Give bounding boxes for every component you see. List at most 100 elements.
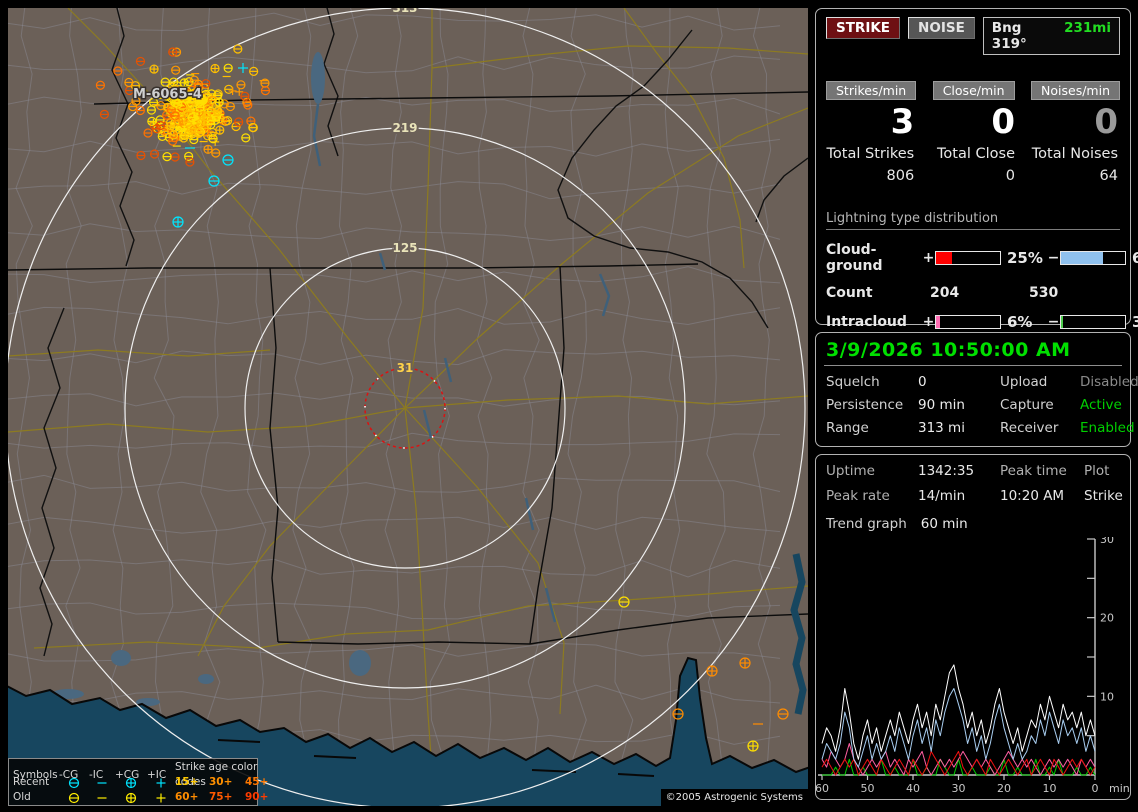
trend-graph-label: Trend graph xyxy=(826,516,907,532)
trend-graph-window: 60 min xyxy=(920,516,968,532)
strike-status-panel: STRIKE NOISE Bng 319° 231mi Strikes/min 3… xyxy=(815,8,1138,358)
total-value: 0 xyxy=(1005,168,1016,184)
total-value: 64 xyxy=(1099,168,1118,184)
plus-sign: + xyxy=(922,314,935,330)
strike-symbol xyxy=(214,97,224,107)
legend-symbol-m xyxy=(89,791,115,805)
distribution-type-label: Intracloud xyxy=(826,314,907,330)
distribution-count-row: Count 204 530 xyxy=(826,285,1120,301)
config-value: 90 min xyxy=(918,397,965,413)
config-status-value: Active xyxy=(1080,397,1122,413)
minus-sign: − xyxy=(1047,250,1060,266)
age-code: 75+ xyxy=(209,791,233,803)
rate-columns: Strikes/min 3 Total Strikes 806 Close/min 0 To… xyxy=(826,80,1120,184)
rate-column: Strikes/min 3 Total Strikes 806 xyxy=(826,80,917,184)
bearing-distance: 231mi xyxy=(1064,20,1111,36)
stats-cell: Strike xyxy=(1084,488,1123,504)
minus-percent: 66% xyxy=(1132,249,1138,267)
stats-trend-panel: Uptime 1342:35 Peak time Plot Peak rate 14/mi… xyxy=(815,454,1131,800)
plus-bar xyxy=(935,251,1001,265)
age-code: 90+ xyxy=(245,791,269,803)
copyright-notice: ©2005 Astrogenic Systems xyxy=(660,789,808,806)
bearing-value: Bng 319° xyxy=(991,20,1027,52)
time-config-panel: 3/9/2026 10:50:00 AM Squelch 0 Upload Disab… xyxy=(815,332,1138,447)
stats-cell: Peak rate xyxy=(826,488,890,504)
legend-symbol-p xyxy=(147,791,175,805)
minus-count: 530 xyxy=(1029,285,1059,301)
rate-value: 3 xyxy=(890,102,915,142)
minus-percent: 3% xyxy=(1132,313,1138,331)
storm-cell-label: M-6065-4 xyxy=(133,87,202,102)
age-code: 60+ xyxy=(175,791,199,803)
stats-cell: Uptime xyxy=(826,463,875,479)
svg-text:60: 60 xyxy=(816,782,829,795)
rate-column: Close/min 0 Total Close 0 xyxy=(930,80,1017,184)
stats-cell: 1342:35 xyxy=(918,463,975,479)
svg-text:0: 0 xyxy=(1092,782,1099,795)
config-status-value: Enabled xyxy=(1080,420,1135,436)
strike-symbol xyxy=(706,665,718,677)
distribution-title: Lightning type distribution xyxy=(826,211,1120,230)
strike-symbol xyxy=(156,778,166,787)
map-symbol-legend: Symbols -CG -IC +CG +IC Strike age color… xyxy=(8,758,268,806)
divider xyxy=(824,365,1122,366)
minus-sign: − xyxy=(1047,314,1060,330)
plus-sign: + xyxy=(922,250,935,266)
lightning-map[interactable]: 31 125 219 313 M-6065-4 Symbols -CG -IC +CG … xyxy=(8,8,808,806)
plus-bar xyxy=(935,315,1001,329)
trend-graph-chart: 10 20 30 60 50 40 30 20 10 0 min xyxy=(816,537,1130,795)
svg-text:10: 10 xyxy=(1100,690,1114,703)
legend-symbol-p xyxy=(147,776,175,790)
plus-percent: 25% xyxy=(1007,249,1043,267)
stats-cell: Peak time xyxy=(1000,463,1067,479)
strike-symbol xyxy=(68,777,80,788)
total-label: Total Close xyxy=(937,146,1016,162)
range-ring-label: 313 xyxy=(392,8,417,15)
config-label: Upload xyxy=(1000,374,1048,390)
config-label: Squelch xyxy=(826,374,880,390)
plus-percent: 6% xyxy=(1007,313,1033,331)
config-value: 0 xyxy=(918,374,927,390)
rate-column: Noises/min 0 Total Noises 64 xyxy=(1031,80,1120,184)
strike-symbol xyxy=(739,657,751,669)
legend-row: Old 60+ 75+ 90+ xyxy=(13,790,268,805)
range-ring-label: 31 xyxy=(397,361,414,375)
svg-text:40: 40 xyxy=(906,782,920,795)
range-ring-label: 125 xyxy=(392,241,417,255)
trend-series-cg-positive xyxy=(821,750,1096,776)
trend-series-strikes-total xyxy=(821,664,1096,760)
strike-symbol xyxy=(156,793,166,802)
distribution-row: Intracloud +6%− 3% xyxy=(826,313,1138,331)
legend-row-label: Old xyxy=(13,791,31,803)
noise-toggle-button[interactable]: NOISE xyxy=(908,17,975,39)
age-code: 15+ xyxy=(175,776,199,788)
svg-text:min: min xyxy=(1109,782,1130,795)
legend-symbol-cm xyxy=(59,776,89,790)
strike-symbol xyxy=(747,740,759,752)
svg-text:20: 20 xyxy=(997,782,1011,795)
stats-cell: 10:20 AM xyxy=(1000,488,1065,504)
strike-toggle-button[interactable]: STRIKE xyxy=(826,17,901,39)
legend-row-label: Recent xyxy=(13,776,50,788)
rate-chip: Close/min xyxy=(932,81,1015,100)
current-datetime: 3/9/2026 10:50:00 AM xyxy=(826,339,1071,361)
total-label: Total Noises xyxy=(1031,146,1118,162)
legend-header-row: Symbols -CG -IC +CG +IC Strike age color… xyxy=(13,760,257,788)
total-label: Total Strikes xyxy=(826,146,915,162)
total-value: 806 xyxy=(886,168,915,184)
bearing-readout: Bng 319° 231mi xyxy=(982,17,1120,55)
svg-text:50: 50 xyxy=(861,782,875,795)
config-label: Capture xyxy=(1000,397,1054,413)
count-label: Count xyxy=(826,285,873,301)
rate-chip: Noises/min xyxy=(1031,81,1120,100)
strike-symbol xyxy=(215,125,225,135)
distribution-row: Cloud-ground +25%− 66% xyxy=(826,242,1138,274)
legend-symbol-cm xyxy=(59,791,89,805)
config-label: Range xyxy=(826,420,869,436)
minus-bar xyxy=(1060,251,1126,265)
plus-count: 204 xyxy=(930,285,960,301)
config-status-value: Disabled xyxy=(1080,374,1138,390)
rate-value: 0 xyxy=(1094,102,1118,142)
svg-text:30: 30 xyxy=(1100,537,1114,546)
config-grid: Squelch 0 Upload Disabled Persistence 90 min C… xyxy=(826,374,1138,436)
